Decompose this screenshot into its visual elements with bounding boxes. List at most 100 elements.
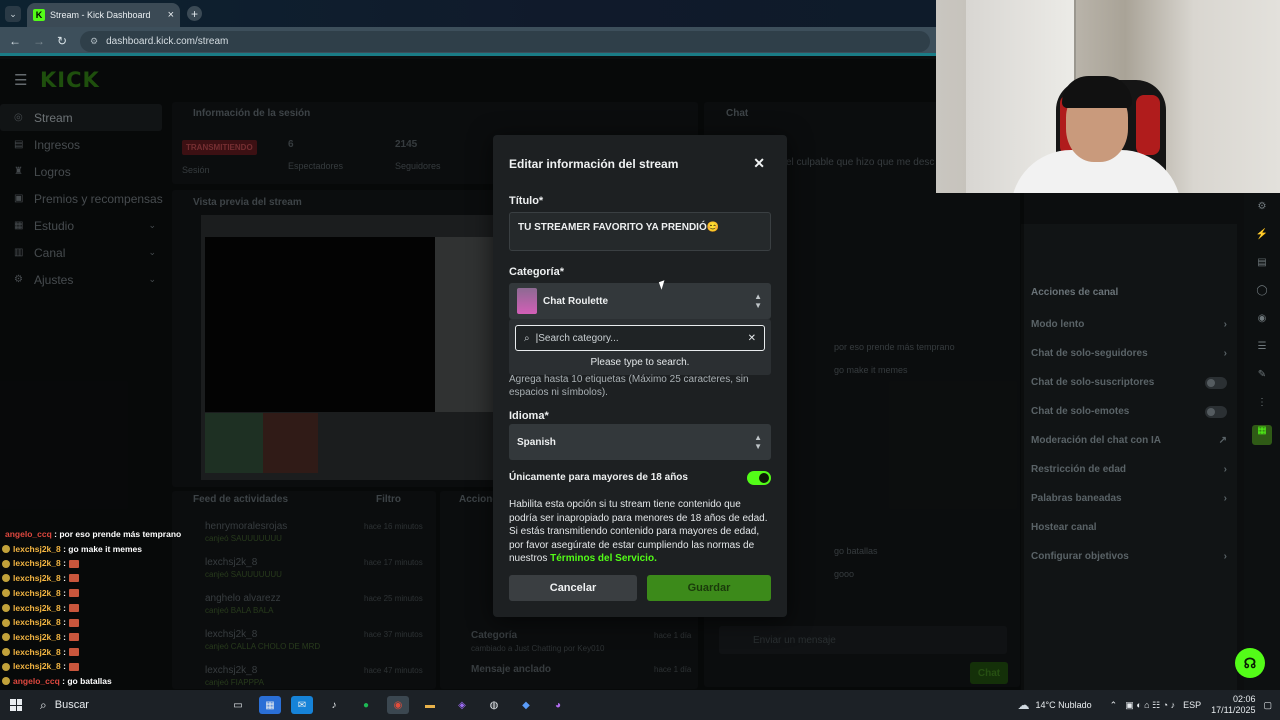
clock-date: 17/11/2025 [1211, 705, 1256, 715]
action-subscribers-only[interactable]: Chat de solo-suscriptores [1021, 368, 1237, 397]
search-hint: Please type to search. [590, 357, 690, 368]
chevron-right-icon: › [1223, 319, 1227, 330]
url-field[interactable]: ⚙ dashboard.kick.com/stream [80, 31, 930, 52]
rail-broadcast-icon[interactable]: ◉ [1252, 313, 1272, 333]
title-field[interactable]: TU STREAMER FAVORITO YA PRENDIÓ😊 [509, 212, 771, 251]
close-tab-icon[interactable]: × [168, 9, 174, 21]
save-button[interactable]: Guardar [647, 575, 771, 601]
clock[interactable]: 02:06 17/11/2025 [1211, 694, 1255, 716]
terms-link[interactable]: Términos del Servicio [550, 553, 654, 564]
external-link-icon: ↗ [1218, 435, 1227, 446]
emote-icon [68, 603, 79, 612]
overlay-chat-line: lexchsj2k_8 : [2, 601, 180, 616]
action-label: Chat de solo-seguidores [1031, 348, 1148, 359]
mail-icon[interactable]: ✉ [291, 696, 313, 714]
action-followers-only[interactable]: Chat de solo-seguidores › [1021, 339, 1237, 368]
site-info-icon[interactable]: ⚙ [90, 36, 98, 47]
chevron-up-icon[interactable]: ⌃ [1110, 700, 1118, 711]
tab-list-button[interactable]: ⌄ [5, 6, 21, 22]
browser-tab[interactable]: K Stream - Kick Dashboard × [27, 3, 180, 27]
category-thumbnail [517, 288, 537, 314]
badge-icon [2, 574, 10, 583]
close-icon[interactable]: ✕ [753, 155, 765, 172]
adult-label: Únicamente para mayores de 18 años [509, 472, 688, 483]
overlay-chat-line: angelo_ccq : go batallas [2, 674, 180, 689]
taskbar-search-label: Buscar [54, 699, 89, 711]
overlay-user: lexchsj2k_8 [13, 587, 61, 598]
adult-toggle[interactable] [747, 471, 771, 485]
start-icon[interactable] [10, 699, 22, 711]
chrome-icon[interactable]: ◉ [387, 696, 409, 714]
language-label: Idioma* [509, 410, 549, 422]
forward-icon[interactable]: → [33, 34, 45, 48]
file-explorer-icon[interactable]: ▬ [419, 696, 441, 714]
emote-icon [68, 618, 79, 627]
new-tab-button[interactable]: + [187, 6, 202, 21]
copilot-icon[interactable]: ◈ [451, 696, 473, 714]
store-icon[interactable]: ▦ [259, 696, 281, 714]
badge-icon [2, 545, 10, 554]
overlay-chat-line: lexchsj2k_8 : go make it memes [2, 542, 180, 557]
action-goals[interactable]: Configurar objetivos › [1021, 542, 1237, 571]
select-arrows-icon: ▲ ▼ [754, 433, 762, 451]
discord-icon[interactable]: ◕ [547, 696, 569, 714]
emote-icon [68, 633, 79, 642]
spotify-icon[interactable]: ● [355, 696, 377, 714]
cancel-button[interactable]: Cancelar [509, 575, 637, 601]
address-bar-row: ← → ↻ ⚙ dashboard.kick.com/stream [0, 27, 936, 56]
app-icon[interactable]: ◆ [515, 696, 537, 714]
obs-icon[interactable]: ◍ [483, 696, 505, 714]
tray-icons[interactable]: ▣ ◐ ⌂ ☷ ◔ ♪ [1125, 700, 1175, 711]
language-select[interactable]: Spanish ▲ ▼ [509, 424, 771, 460]
tab-title: Stream - Kick Dashboard [50, 10, 151, 20]
support-chat-icon[interactable]: ☊ [1235, 648, 1265, 678]
category-select[interactable]: Chat Roulette ▲ ▼ [509, 283, 771, 319]
clear-search-icon[interactable]: ✕ [748, 333, 756, 344]
windows-taskbar: ⌕ Buscar ▭ ▦ ✉ ♪ ● ◉ ▬ ◈ ◍ ◆ ◕ ☁ 14°C Nu… [0, 690, 1280, 720]
badge-icon [2, 589, 10, 598]
emote-icon [68, 559, 79, 568]
overlay-user: lexchsj2k_8 [13, 661, 61, 672]
search-icon: ⌕ [524, 332, 530, 344]
rail-drag-icon[interactable]: ⋮ [1252, 397, 1272, 417]
overlay-user: lexchsj2k_8 [13, 646, 61, 657]
action-emotes-only[interactable]: Chat de solo-emotes [1021, 397, 1237, 426]
tags-help: Agrega hasta 10 etiquetas (Máximo 25 car… [509, 374, 749, 398]
webcam-person-cap [1062, 76, 1132, 108]
subscribers-only-toggle[interactable] [1205, 376, 1227, 389]
category-label: Categoría* [509, 266, 565, 278]
overlay-chat-line: lexchsj2k_8 : [2, 630, 180, 645]
tiktok-icon[interactable]: ♪ [323, 696, 345, 714]
emotes-only-toggle[interactable] [1205, 405, 1227, 418]
rail-bolt-icon[interactable]: ⚡ [1252, 229, 1272, 249]
overlay-chat-line: lexchsj2k_8 : [2, 615, 180, 630]
overlay-chat-line: lexchsj2k_8 : [2, 571, 180, 586]
action-age-restriction[interactable]: Restricción de edad › [1021, 455, 1237, 484]
back-icon[interactable]: ← [9, 34, 21, 48]
language-indicator[interactable]: ESP [1183, 700, 1201, 710]
action-host-channel[interactable]: Hostear canal [1021, 513, 1237, 542]
rail-widget-icon[interactable]: ▦ [1252, 425, 1272, 445]
action-label: Moderación del chat con IA [1031, 435, 1162, 446]
rail-list-icon[interactable]: ☰ [1252, 341, 1272, 361]
browser-tabbar: ⌄ K Stream - Kick Dashboard × + [0, 0, 936, 27]
action-banned-words[interactable]: Palabras baneadas › [1021, 484, 1237, 513]
chat-overlay: angelo_ccq : por eso prende más temprano… [2, 527, 181, 703]
chevron-right-icon: › [1223, 493, 1227, 504]
rail-doc-icon[interactable]: ▤ [1252, 257, 1272, 277]
rail-settings-icon[interactable]: ⚙ [1252, 201, 1272, 221]
action-ai-moderation[interactable]: Moderación del chat con IA ↗ [1021, 426, 1237, 455]
category-search-input[interactable]: ⌕ | Search category... ✕ [515, 325, 765, 351]
rail-tools-icon[interactable]: ✎ [1252, 369, 1272, 389]
notification-icon[interactable]: ▢ [1263, 700, 1272, 711]
right-icon-rail: ⚙ ⚡ ▤ ◯ ◉ ☰ ✎ ⋮ ▦ [1244, 193, 1280, 690]
weather-text[interactable]: 14°C Nublado [1036, 700, 1092, 710]
category-value: Chat Roulette [543, 295, 608, 307]
rail-chat-icon[interactable]: ◯ [1252, 285, 1272, 305]
taskbar-search[interactable]: ⌕ Buscar [32, 692, 222, 718]
task-view-icon[interactable]: ▭ [227, 696, 249, 714]
action-slow-mode[interactable]: Modo lento › [1021, 310, 1237, 339]
overlay-user: angelo_ccq [5, 529, 52, 539]
reload-icon[interactable]: ↻ [57, 34, 67, 48]
overlay-user: lexchsj2k_8 [13, 573, 61, 584]
